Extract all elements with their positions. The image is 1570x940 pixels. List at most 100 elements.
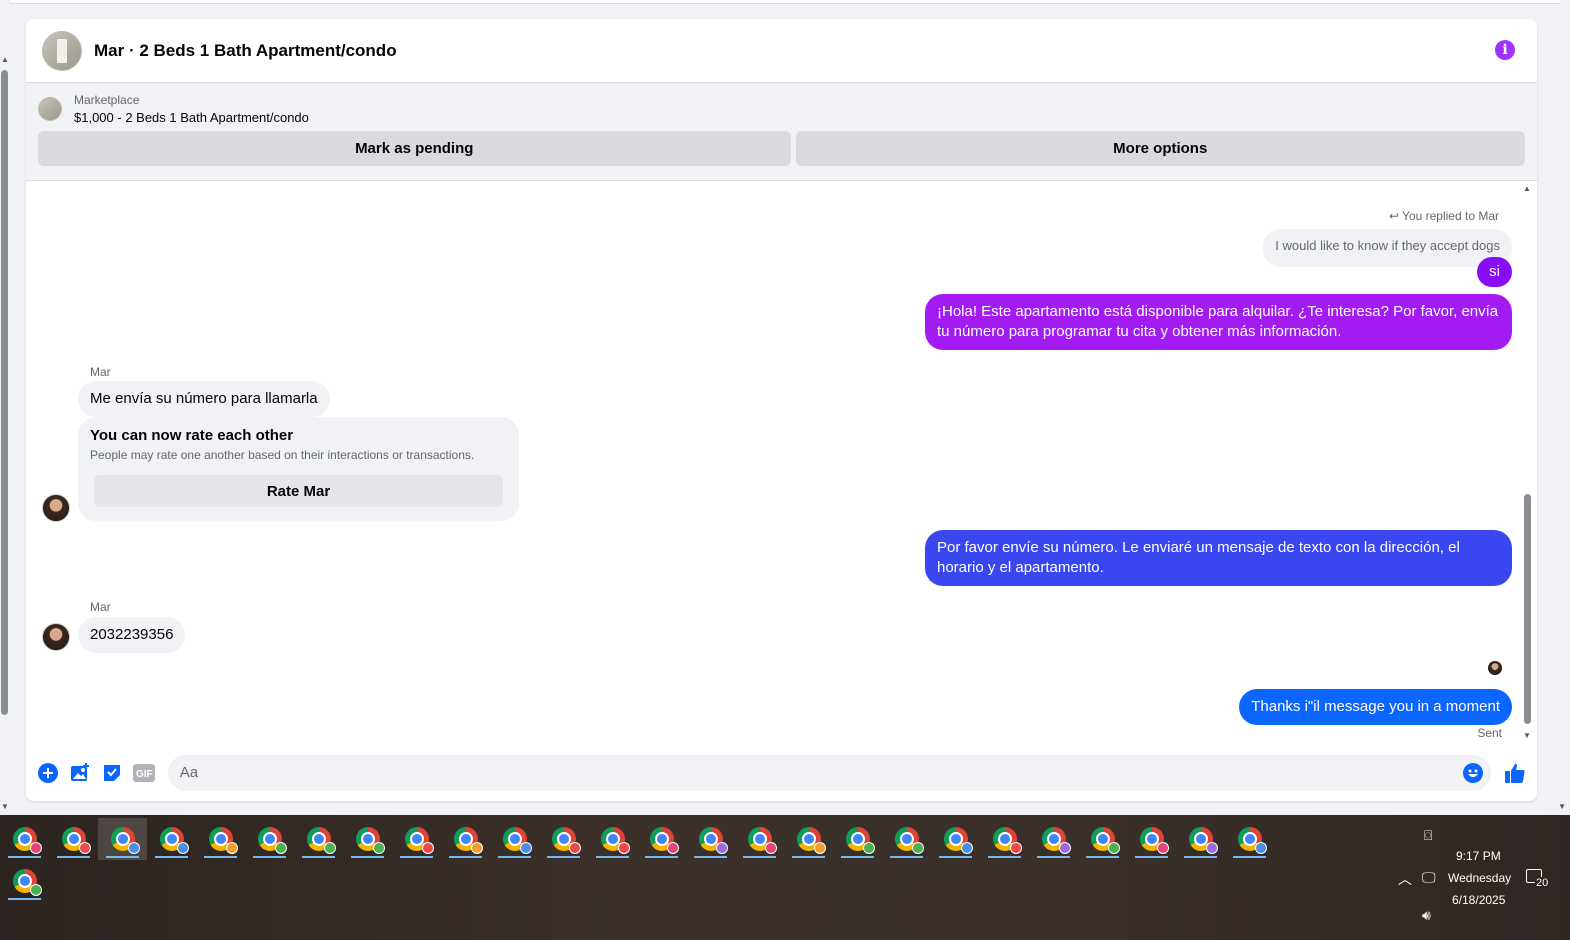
marketplace-label: Marketplace (74, 93, 140, 107)
sticker-icon[interactable] (96, 757, 128, 789)
plus-icon[interactable] (32, 757, 64, 789)
profile-badge-icon (78, 842, 91, 854)
info-icon[interactable]: i (1495, 40, 1515, 60)
chrome-taskbar-button[interactable] (833, 818, 882, 860)
profile-badge-icon (29, 842, 42, 854)
chevron-up-icon[interactable]: ︿ (1398, 869, 1412, 889)
outgoing-message[interactable]: Por favor envíe su número. Le enviaré un… (925, 530, 1512, 586)
mark-as-pending-button[interactable]: Mark as pending (38, 131, 791, 166)
chrome-taskbar-button[interactable] (1029, 818, 1078, 860)
chrome-icon (1139, 827, 1169, 854)
network-icon[interactable]: 🖵 (1422, 869, 1436, 886)
chrome-taskbar-button[interactable] (490, 818, 539, 860)
profile-badge-icon (176, 842, 189, 854)
right-scroll-down-arrow-icon[interactable]: ▼ (1558, 802, 1566, 811)
running-indicator (694, 856, 727, 858)
scroll-down-arrow-icon[interactable]: ▼ (1523, 731, 1531, 740)
listing-avatar[interactable] (42, 30, 82, 71)
profile-badge-icon (127, 842, 140, 854)
chrome-taskbar-button[interactable] (1225, 818, 1274, 860)
chrome-icon (257, 827, 287, 854)
chrome-taskbar-button[interactable] (784, 818, 833, 860)
outgoing-message[interactable]: Thanks i"il message you in a moment (1239, 689, 1512, 725)
thumbs-up-icon[interactable] (1499, 757, 1531, 789)
chrome-taskbar-button[interactable] (1127, 818, 1176, 860)
webcam-icon[interactable]: ⌼ (1424, 827, 1432, 844)
chrome-taskbar-button[interactable] (392, 818, 441, 860)
chrome-taskbar-button[interactable] (245, 818, 294, 860)
message-thread: ↩ You replied to Mar I would like to know… (26, 182, 1537, 744)
chrome-taskbar-button[interactable] (980, 818, 1029, 860)
sender-name: Mar (90, 365, 111, 379)
chat-title[interactable]: Mar · 2 Beds 1 Bath Apartment/condo (94, 41, 397, 61)
running-indicator (253, 856, 286, 858)
chrome-taskbar-button[interactable] (931, 818, 980, 860)
chrome-taskbar-button[interactable] (0, 818, 49, 860)
chrome-taskbar-button[interactable] (98, 818, 147, 860)
scroll-up-arrow-icon[interactable]: ▲ (1, 55, 9, 64)
message-scrollbar[interactable]: ▲ ▼ (1523, 184, 1532, 740)
scroll-down-arrow-icon[interactable]: ▼ (1, 802, 9, 811)
chrome-taskbar-button[interactable] (588, 818, 637, 860)
chrome-taskbar-button[interactable] (441, 818, 490, 860)
more-options-button[interactable]: More options (795, 131, 1525, 166)
page-scroll-thumb[interactable] (1, 70, 8, 715)
profile-badge-icon (1205, 842, 1218, 854)
outgoing-message[interactable]: si (1477, 257, 1512, 287)
outgoing-message[interactable]: ¡Hola! Este apartamento está disponible … (925, 294, 1512, 350)
chrome-taskbar-button[interactable] (196, 818, 245, 860)
emoji-icon[interactable] (1463, 762, 1484, 783)
chrome-taskbar-button[interactable] (49, 818, 98, 860)
page-scrollbar[interactable]: ▲ ▼ (0, 0, 10, 815)
incoming-message[interactable]: 2032239356 (78, 617, 186, 653)
message-input-box[interactable] (167, 754, 1492, 791)
running-indicator (449, 856, 482, 858)
running-indicator (1086, 856, 1119, 858)
rate-mar-button[interactable]: Rate Mar (94, 475, 503, 507)
chrome-icon (404, 827, 434, 854)
chrome-taskbar-button[interactable] (147, 818, 196, 860)
listing-summary[interactable]: $1,000 - 2 Beds 1 Bath Apartment/condo (74, 110, 309, 125)
profile-badge-icon (421, 842, 434, 854)
photo-icon[interactable] (64, 757, 96, 789)
profile-badge-icon (1107, 842, 1120, 854)
chrome-taskbar-button[interactable] (294, 818, 343, 860)
clock-day[interactable]: Wednesday (1448, 871, 1511, 885)
listing-thumbnail[interactable] (38, 97, 62, 121)
chrome-taskbar-button[interactable] (539, 818, 588, 860)
chrome-icon (551, 827, 581, 854)
chrome-taskbar-button[interactable] (637, 818, 686, 860)
profile-badge-icon (519, 842, 532, 854)
avatar[interactable] (42, 623, 70, 651)
message-scroll-thumb[interactable] (1524, 494, 1531, 724)
seen-avatar (1488, 661, 1502, 675)
message-input[interactable] (179, 764, 1440, 781)
rate-card-subtitle: People may rate one another based on the… (90, 448, 475, 462)
avatar[interactable] (42, 494, 70, 522)
scroll-up-arrow-icon[interactable]: ▲ (1523, 184, 1531, 193)
marketplace-panel: Marketplace $1,000 - 2 Beds 1 Bath Apart… (26, 83, 1537, 181)
chrome-taskbar-button[interactable] (882, 818, 931, 860)
profile-badge-icon (274, 842, 287, 854)
chrome-taskbar-button[interactable] (1176, 818, 1225, 860)
running-indicator (596, 856, 629, 858)
notification-center[interactable]: 20 (1526, 869, 1550, 889)
chrome-icon (992, 827, 1022, 854)
volume-icon[interactable]: 🔊︎ (1422, 907, 1431, 924)
incoming-message[interactable]: Me envía su número para llamarla (78, 381, 330, 417)
chrome-taskbar-button[interactable] (735, 818, 784, 860)
clock-time[interactable]: 9:17 PM (1456, 849, 1501, 863)
quoted-message[interactable]: I would like to know if they accept dogs (1263, 229, 1512, 267)
chrome-taskbar-button[interactable] (686, 818, 735, 860)
svg-text:GIF: GIF (136, 769, 153, 780)
running-indicator (155, 856, 188, 858)
profile-badge-icon (372, 842, 385, 854)
clock-date[interactable]: 6/18/2025 (1452, 893, 1505, 907)
gif-icon[interactable]: GIF (128, 757, 160, 789)
running-indicator (1037, 856, 1070, 858)
chrome-taskbar-button[interactable] (1078, 818, 1127, 860)
running-indicator (645, 856, 678, 858)
chrome-icon (747, 827, 777, 854)
chrome-taskbar-button[interactable] (0, 860, 49, 902)
chrome-taskbar-button[interactable] (343, 818, 392, 860)
